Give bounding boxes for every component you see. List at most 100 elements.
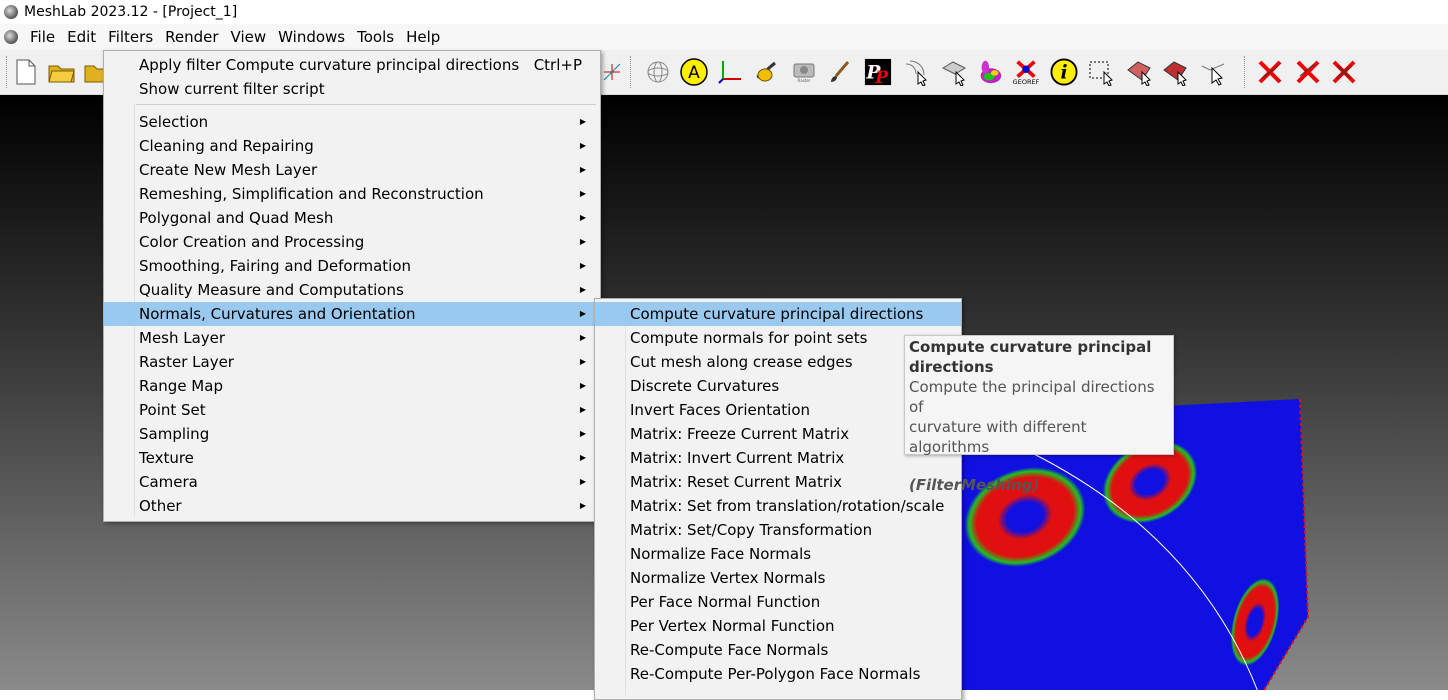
category-quality[interactable]: Quality Measure and Computations ▶ (104, 278, 600, 302)
category-label: Mesh Layer (139, 329, 226, 347)
submenu-arrow-icon: ▶ (579, 117, 586, 126)
select-z-icon[interactable] (1200, 58, 1228, 86)
category-smoothing[interactable]: Smoothing, Fairing and Deformation ▶ (104, 254, 600, 278)
submenu-item-label: Per Vertex Normal Function (630, 617, 835, 635)
menu-tools[interactable]: Tools (351, 24, 400, 50)
pick-points-icon[interactable]: PP (864, 58, 892, 87)
category-remeshing[interactable]: Remeshing, Simplification and Reconstruc… (104, 182, 600, 206)
category-mesh-layer[interactable]: Mesh Layer ▶ (104, 326, 600, 350)
submenu-item-label: Matrix: Set from translation/rotation/sc… (630, 497, 945, 515)
category-normals[interactable]: Normals, Curvatures and Orientation ▶ (104, 302, 600, 326)
category-texture[interactable]: Texture ▶ (104, 446, 600, 470)
category-color[interactable]: Color Creation and Processing ▶ (104, 230, 600, 254)
category-point-set[interactable]: Point Set ▶ (104, 398, 600, 422)
bunny-icon[interactable] (976, 58, 1004, 86)
georef-icon[interactable]: GEOREF (1012, 58, 1040, 86)
info-icon[interactable]: i (1050, 58, 1078, 86)
delete-faces-icon[interactable] (1294, 58, 1322, 86)
submenu-item[interactable]: Per Vertex Normal Function (595, 614, 961, 638)
menu-bar: File Edit Filters Render View Windows To… (0, 24, 1448, 50)
delete-vertices-icon[interactable] (1256, 58, 1284, 86)
submenu-arrow-icon: ▶ (579, 189, 586, 198)
category-label: Color Creation and Processing (139, 233, 365, 251)
open-folder-icon[interactable] (48, 58, 76, 86)
menu-edit[interactable]: Edit (61, 24, 102, 50)
submenu-item[interactable]: Matrix: Reset Current Matrix (595, 470, 961, 494)
axes-icon[interactable] (716, 58, 744, 86)
category-polygonal[interactable]: Polygonal and Quad Mesh ▶ (104, 206, 600, 230)
submenu-item-label: Cut mesh along crease edges (630, 353, 853, 371)
apply-filter-label: Apply filter Compute curvature principal… (139, 56, 520, 74)
align-icon[interactable] (752, 58, 780, 86)
submenu-item-label: Re-Compute Per-Polygon Face Normals (630, 665, 921, 683)
category-label: Quality Measure and Computations (139, 281, 404, 299)
new-file-icon[interactable] (12, 58, 40, 86)
title-bar: MeshLab 2023.12 - [Project_1] (0, 0, 1448, 24)
menu-file[interactable]: File (24, 24, 61, 50)
apply-filter-item[interactable]: Apply filter Compute curvature principal… (104, 53, 600, 77)
select-faces-paint-icon[interactable] (1126, 58, 1154, 86)
submenu-item-label: Matrix: Freeze Current Matrix (630, 425, 850, 443)
raster-alignment-icon[interactable]: Raster (790, 58, 818, 86)
submenu-item-label: Re-Compute Face Normals (630, 641, 829, 659)
submenu-item-label: Discrete Curvatures (630, 377, 780, 395)
submenu-item-label: Matrix: Set/Copy Transformation (630, 521, 873, 539)
category-sampling[interactable]: Sampling ▶ (104, 422, 600, 446)
menu-help[interactable]: Help (400, 24, 446, 50)
tooltip-desc-line1: Compute the principal directions of (909, 378, 1155, 416)
category-cleaning[interactable]: Cleaning and Repairing ▶ (104, 134, 600, 158)
submenu-item-label: Per Face Normal Function (630, 593, 821, 611)
tooltip-title-line1: Compute curvature principal (909, 338, 1152, 356)
category-label: Smoothing, Fairing and Deformation (139, 257, 412, 275)
category-label: Texture (139, 449, 194, 467)
submenu-arrow-icon: ▶ (579, 213, 586, 222)
filter-tooltip: Compute curvature principal directions C… (904, 335, 1174, 494)
submenu-arrow-icon: ▶ (579, 333, 586, 342)
submenu-item[interactable]: Per Face Normal Function (595, 590, 961, 614)
select-connected-icon[interactable] (1162, 58, 1190, 86)
select-vertices-icon[interactable] (902, 58, 930, 86)
submenu-item[interactable]: Matrix: Set from translation/rotation/sc… (595, 494, 961, 518)
submenu-arrow-icon: ▶ (579, 477, 586, 486)
paint-brush-icon[interactable] (826, 58, 854, 86)
category-camera[interactable]: Camera ▶ (104, 470, 600, 494)
submenu-item-label: Matrix: Invert Current Matrix (630, 449, 845, 467)
submenu-arrow-icon: ▶ (579, 261, 586, 270)
delete-faces-vertices-icon[interactable] (1330, 58, 1358, 86)
submenu-item-label: Invert Faces Orientation (630, 401, 811, 419)
category-selection[interactable]: Selection ▶ (104, 110, 600, 134)
show-filter-script-label: Show current filter script (139, 80, 325, 98)
measure-axis-icon[interactable] (598, 58, 626, 86)
filters-menu: Apply filter Compute curvature principal… (103, 50, 601, 522)
category-label: Create New Mesh Layer (139, 161, 318, 179)
menu-view[interactable]: View (225, 24, 273, 50)
category-other[interactable]: Other ▶ (104, 494, 600, 518)
show-filter-script-item[interactable]: Show current filter script (104, 77, 600, 101)
category-label: Raster Layer (139, 353, 234, 371)
submenu-arrow-icon: ▶ (579, 381, 586, 390)
category-range-map[interactable]: Range Map ▶ (104, 374, 600, 398)
submenu-item[interactable]: Matrix: Set/Copy Transformation (595, 518, 961, 542)
window-title: MeshLab 2023.12 - [Project_1] (24, 4, 238, 20)
submenu-item[interactable]: Normalize Vertex Normals (595, 566, 961, 590)
svg-text:i: i (1060, 62, 1067, 84)
category-raster-layer[interactable]: Raster Layer ▶ (104, 350, 600, 374)
submenu-arrow-icon: ▶ (579, 309, 586, 318)
svg-text:P: P (874, 67, 889, 87)
menu-render[interactable]: Render (159, 24, 224, 50)
category-create-layer[interactable]: Create New Mesh Layer ▶ (104, 158, 600, 182)
select-faces-icon[interactable] (940, 58, 968, 86)
annotation-a-icon[interactable]: A (680, 58, 708, 86)
submenu-item[interactable]: Compute curvature principal directions (595, 302, 961, 326)
system-menu-icon[interactable] (4, 30, 18, 44)
submenu-arrow-icon: ▶ (579, 357, 586, 366)
submenu-item[interactable]: Normalize Face Normals (595, 542, 961, 566)
menu-windows[interactable]: Windows (272, 24, 351, 50)
menu-filters[interactable]: Filters (102, 24, 159, 50)
select-rect-icon[interactable] (1088, 58, 1116, 86)
sphere-icon[interactable] (644, 58, 672, 86)
svg-text:A: A (688, 63, 700, 83)
submenu-item[interactable]: Re-Compute Per-Polygon Face Normals (595, 662, 961, 686)
submenu-item[interactable]: Re-Compute Face Normals (595, 638, 961, 662)
toolbar-separator (630, 56, 633, 88)
